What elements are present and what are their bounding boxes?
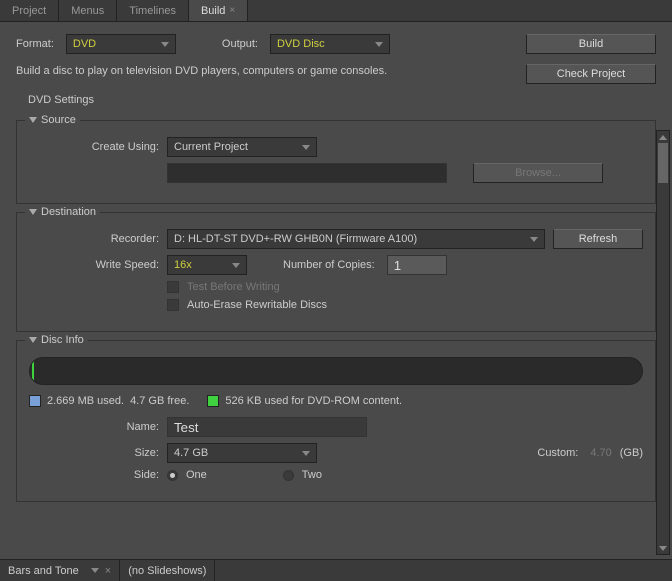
footer-tab-bar: Bars and Tone × (no Slideshows): [0, 559, 672, 581]
scroll-up-icon[interactable]: [657, 131, 669, 143]
build-panel: Format: DVD Output: DVD Disc Build Build…: [0, 22, 672, 559]
scroll-down-icon[interactable]: [657, 542, 669, 554]
source-path-input: [167, 163, 447, 183]
tab-build[interactable]: Build×: [189, 0, 248, 21]
chevron-down-icon[interactable]: [29, 117, 37, 123]
build-button[interactable]: Build: [526, 34, 656, 54]
test-before-checkbox: [167, 281, 179, 293]
chevron-down-icon: [530, 237, 538, 242]
chevron-down-icon: [161, 42, 169, 47]
side-label: Side:: [29, 469, 159, 481]
disc-usage-bar: [29, 357, 643, 385]
disc-size-label: Size:: [29, 447, 159, 459]
chevron-down-icon: [375, 42, 383, 47]
chevron-down-icon: [302, 145, 310, 150]
side-one-label: One: [186, 469, 207, 481]
custom-value: 4.70: [590, 447, 611, 459]
chevron-down-icon[interactable]: [29, 209, 37, 215]
chevron-down-icon: [232, 263, 240, 268]
source-title: Source: [41, 114, 76, 126]
custom-label: Custom:: [537, 447, 578, 459]
side-two-label: Two: [302, 469, 322, 481]
custom-unit: (GB): [620, 447, 643, 459]
footer-tab-bars[interactable]: Bars and Tone ×: [0, 560, 120, 581]
auto-erase-checkbox[interactable]: [167, 299, 179, 311]
refresh-button[interactable]: Refresh: [553, 229, 643, 249]
create-using-label: Create Using:: [29, 141, 159, 153]
create-using-dropdown[interactable]: Current Project: [167, 137, 317, 157]
chevron-down-icon[interactable]: [91, 568, 99, 573]
used-text: 2.669 MB used.: [47, 395, 124, 407]
check-project-button[interactable]: Check Project: [526, 64, 656, 84]
tab-menus[interactable]: Menus: [59, 0, 117, 21]
footer-tab-slideshows[interactable]: (no Slideshows): [120, 560, 215, 581]
rom-swatch: [207, 395, 219, 407]
chevron-down-icon[interactable]: [29, 337, 37, 343]
recorder-label: Recorder:: [29, 233, 159, 245]
side-two-radio[interactable]: [283, 470, 294, 481]
disc-name-label: Name:: [29, 421, 159, 433]
side-one-radio[interactable]: [167, 470, 178, 481]
helper-text: Build a disc to play on television DVD p…: [16, 65, 387, 77]
tab-bar: Project Menus Timelines Build×: [0, 0, 672, 22]
source-group: Source Create Using: Current Project Bro…: [16, 120, 656, 204]
disc-legend: 2.669 MB used. 4.7 GB free. 526 KB used …: [29, 395, 643, 407]
browse-button: Browse...: [473, 163, 603, 183]
destination-group: Destination Recorder: D: HL-DT-ST DVD+-R…: [16, 212, 656, 332]
write-speed-dropdown[interactable]: 16x: [167, 255, 247, 275]
disc-info-title: Disc Info: [41, 334, 84, 346]
write-speed-label: Write Speed:: [29, 259, 159, 271]
recorder-dropdown[interactable]: D: HL-DT-ST DVD+-RW GHB0N (Firmware A100…: [167, 229, 545, 249]
tab-project[interactable]: Project: [0, 0, 59, 21]
format-dropdown[interactable]: DVD: [66, 34, 176, 54]
dvd-settings-title: DVD Settings: [28, 94, 656, 106]
chevron-down-icon: [302, 451, 310, 456]
tab-timelines[interactable]: Timelines: [117, 0, 189, 21]
disc-name-input[interactable]: [167, 417, 367, 437]
output-label: Output:: [222, 38, 258, 50]
used-swatch: [29, 395, 41, 407]
disc-size-dropdown[interactable]: 4.7 GB: [167, 443, 317, 463]
destination-title: Destination: [41, 206, 96, 218]
close-icon[interactable]: ×: [229, 5, 235, 16]
close-icon[interactable]: ×: [105, 565, 111, 577]
free-text: 4.7 GB free.: [130, 395, 189, 407]
copies-label: Number of Copies:: [283, 259, 375, 271]
rom-text: 526 KB used for DVD-ROM content.: [225, 395, 402, 407]
disc-info-group: Disc Info 2.669 MB used. 4.7 GB free. 52…: [16, 340, 656, 502]
format-label: Format:: [16, 38, 54, 50]
settings-scroll: Source Create Using: Current Project Bro…: [16, 112, 656, 542]
scroll-thumb[interactable]: [658, 143, 668, 183]
output-dropdown[interactable]: DVD Disc: [270, 34, 390, 54]
test-before-label: Test Before Writing: [187, 281, 280, 293]
copies-input[interactable]: [387, 255, 447, 275]
vertical-scrollbar[interactable]: [656, 130, 670, 555]
auto-erase-label: Auto-Erase Rewritable Discs: [187, 299, 327, 311]
